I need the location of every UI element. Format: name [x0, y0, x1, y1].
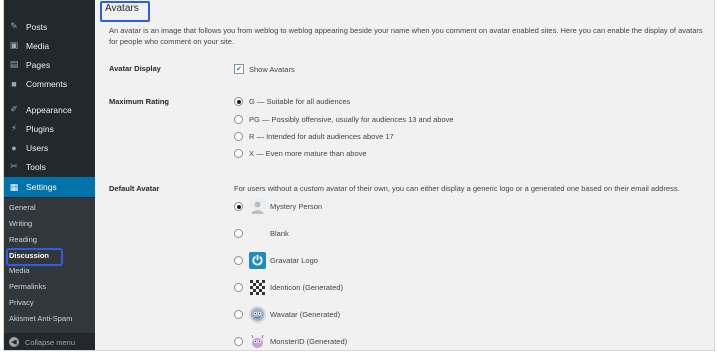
title-highlight: [100, 1, 150, 22]
collapse-icon: ◀: [9, 337, 19, 347]
menu-item-comments[interactable]: ■ Comments: [4, 74, 95, 93]
identicon-radio[interactable]: [234, 283, 243, 292]
section-description: An avatar is an image that follows you f…: [109, 26, 703, 46]
avatar-label: Identicon (Generated): [270, 283, 343, 292]
collapse-label: Collapse menu: [25, 337, 76, 347]
blank-radio[interactable]: [234, 229, 243, 238]
blank-avatar-icon: [249, 225, 266, 242]
menu-label: Posts: [26, 21, 48, 32]
menu-item-users[interactable]: ● Users: [4, 138, 95, 157]
monsterid-icon: [249, 333, 266, 350]
show-avatars-option[interactable]: ✔ Show Avatars: [234, 64, 295, 74]
mystery-radio[interactable]: [234, 202, 243, 211]
rating-g-radio[interactable]: [234, 97, 243, 106]
menu-item-appearance[interactable]: ✐ Appearance: [4, 100, 95, 119]
submenu-akismet[interactable]: Akismet Anti-Spam: [9, 312, 72, 326]
avatar-label: Blank: [270, 229, 289, 238]
avatar-label: Mystery Person: [270, 202, 323, 211]
pushpin-icon: ✎: [10, 21, 18, 31]
menu-label: Settings: [26, 182, 57, 192]
avatar-display-label: Avatar Display: [109, 64, 161, 73]
plug-icon: ⚡: [10, 123, 18, 133]
default-avatar-description: For users without a custom avatar of the…: [234, 184, 680, 193]
gravatar-logo-icon: [249, 252, 266, 269]
menu-item-tools[interactable]: ✂ Tools: [4, 157, 95, 176]
menu-label: Media: [26, 40, 50, 51]
avatar-label: Gravatar Logo: [270, 256, 318, 265]
menu-label: Tools: [26, 161, 46, 172]
menu-label: Appearance: [26, 104, 72, 115]
menu-label: Comments: [26, 78, 68, 89]
rating-pg-radio[interactable]: [234, 115, 243, 124]
menu-item-media[interactable]: ▣ Media: [4, 36, 95, 55]
rating-option-r[interactable]: R — Intended for adult audiences above 1…: [234, 132, 394, 141]
menu-label: Plugins: [26, 123, 54, 134]
menu-label: Users: [26, 142, 49, 153]
rating-r-radio[interactable]: [234, 132, 243, 141]
submenu-reading[interactable]: Reading: [9, 233, 37, 247]
rating-label: PG — Possibly offensive, usually for aud…: [249, 115, 454, 124]
default-avatar-label: Default Avatar: [109, 184, 160, 193]
avatar-option-wavatar[interactable]: Wavatar (Generated): [234, 306, 340, 323]
rating-option-g[interactable]: G — Suitable for all audiences: [234, 97, 350, 106]
mystery-person-icon: [249, 198, 266, 215]
users-icon: ●: [11, 142, 17, 153]
submenu-writing[interactable]: Writing: [9, 217, 32, 231]
avatar-option-mystery[interactable]: Mystery Person: [234, 198, 322, 215]
avatar-option-monsterid[interactable]: MonsterID (Generated): [234, 333, 347, 350]
menu-item-pages[interactable]: ▤ Pages: [4, 55, 95, 74]
comment-icon: ■: [11, 78, 17, 89]
show-avatars-label: Show Avatars: [249, 64, 295, 74]
show-avatars-checkbox[interactable]: ✔: [234, 64, 244, 74]
submenu-media[interactable]: Media: [9, 264, 29, 278]
rating-label: G — Suitable for all audiences: [249, 97, 351, 106]
monsterid-radio[interactable]: [234, 337, 243, 346]
main-content: Avatars An avatar is an image that follo…: [95, 0, 714, 350]
avatar-option-blank[interactable]: Blank: [234, 225, 289, 242]
menu-item-plugins[interactable]: ⚡ Plugins: [4, 119, 95, 138]
wrench-icon: ✂: [10, 161, 18, 171]
page-icon: ▤: [9, 59, 19, 69]
rating-label: X — Even more mature than above: [249, 149, 367, 158]
submenu-general[interactable]: General: [9, 201, 36, 215]
avatar-label: MonsterID (Generated): [270, 337, 348, 346]
rating-label: R — Intended for adult audiences above 1…: [249, 132, 394, 141]
wavatar-icon: [249, 306, 266, 323]
collapse-menu-button[interactable]: ◀ Collapse menu: [4, 334, 95, 350]
avatar-option-gravatar[interactable]: Gravatar Logo: [234, 252, 318, 269]
avatar-label: Wavatar (Generated): [270, 310, 341, 319]
gravatar-radio[interactable]: [234, 256, 243, 265]
paintbrush-icon: ✐: [10, 104, 18, 114]
discussion-highlight: [6, 248, 63, 266]
wavatar-radio[interactable]: [234, 310, 243, 319]
menu-label: Pages: [26, 59, 51, 70]
media-icon: ▣: [9, 40, 19, 50]
maximum-rating-label: Maximum Rating: [109, 97, 170, 106]
rating-x-radio[interactable]: [234, 149, 243, 158]
settings-icon: ▦: [9, 181, 19, 192]
rating-option-x[interactable]: X — Even more mature than above: [234, 149, 367, 158]
admin-sidebar: ✎ Posts ▣ Media ▤ Pages ■ Comments ✐ App…: [4, 0, 95, 350]
menu-item-posts[interactable]: ✎ Posts: [4, 17, 95, 36]
menu-item-settings[interactable]: ▦ Settings: [4, 177, 95, 197]
submenu-permalinks[interactable]: Permalinks: [9, 280, 46, 294]
avatar-option-identicon[interactable]: Identicon (Generated): [234, 279, 343, 296]
rating-option-pg[interactable]: PG — Possibly offensive, usually for aud…: [234, 115, 454, 124]
submenu-privacy[interactable]: Privacy: [9, 296, 34, 310]
identicon-icon: [249, 279, 266, 296]
wp-admin-frame: ✎ Posts ▣ Media ▤ Pages ■ Comments ✐ App…: [3, 0, 715, 351]
